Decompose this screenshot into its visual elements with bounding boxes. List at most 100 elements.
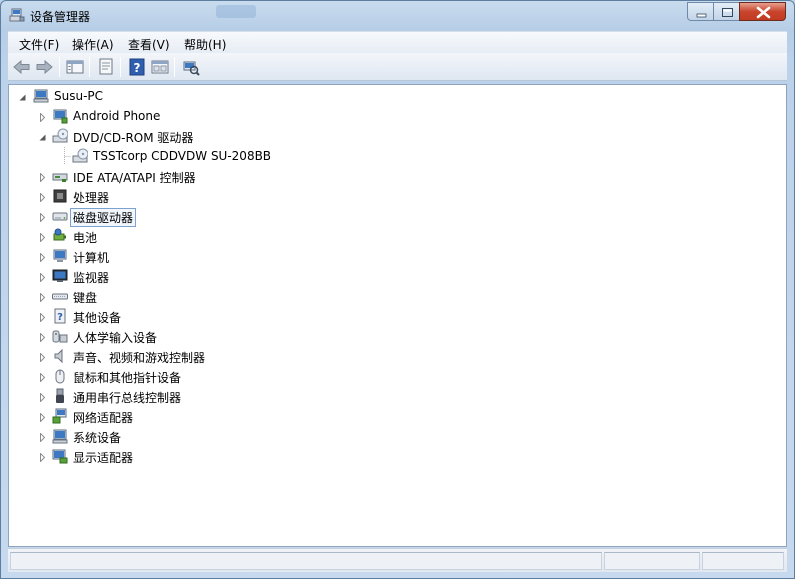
expand-icon[interactable] xyxy=(38,411,47,423)
android-phone-icon xyxy=(52,108,68,124)
toolbar-separator xyxy=(59,57,60,77)
tree-node-label: Android Phone xyxy=(73,109,161,123)
hid-icon xyxy=(52,328,68,344)
expand-icon[interactable] xyxy=(38,451,47,463)
title-bar[interactable]: 设备管理器 xyxy=(1,1,794,31)
tree-node-processors[interactable]: 处理器 xyxy=(9,186,784,206)
tree-node-hid[interactable]: 人体学输入设备 xyxy=(9,326,784,346)
tree-node-label: 计算机 xyxy=(73,251,110,265)
menu-file[interactable]: 文件(F) xyxy=(19,36,59,53)
tree-node-label: 监视器 xyxy=(73,271,110,285)
tree-node-label: 磁盘驱动器 xyxy=(69,208,137,227)
menu-action[interactable]: 操作(A) xyxy=(72,36,114,53)
speaker-icon xyxy=(52,348,68,364)
tree-node-label: 通用串行总线控制器 xyxy=(73,391,182,405)
tree-node-android-phone[interactable]: Android Phone xyxy=(9,106,784,126)
tree-node-label: TSSTcorp CDDVDW SU-208BB xyxy=(93,149,272,163)
back-arrow-icon xyxy=(13,59,30,75)
status-pane-tertiary xyxy=(702,552,784,570)
tree-node-usb[interactable]: 通用串行总线控制器 xyxy=(9,386,784,406)
device-manager-app-icon xyxy=(9,7,25,23)
show-hide-tree-button[interactable] xyxy=(65,57,85,77)
collapse-icon[interactable] xyxy=(38,131,47,141)
menu-help[interactable]: 帮助(H) xyxy=(184,36,226,53)
tree-node-sound-video[interactable]: 声音、视频和游戏控制器 xyxy=(9,346,784,366)
scan-hardware-button[interactable] xyxy=(181,57,201,77)
tree-node-root[interactable]: Susu-PC xyxy=(9,86,784,106)
console-view-icon xyxy=(151,60,169,74)
expand-icon[interactable] xyxy=(38,351,47,363)
unknown-device-icon: ? xyxy=(52,308,68,324)
usb-icon xyxy=(52,388,68,404)
tree-node-display-adapters[interactable]: 显示适配器 xyxy=(9,446,784,466)
system-device-icon xyxy=(52,428,68,444)
tree-node-label: 网络适配器 xyxy=(73,411,134,425)
close-button[interactable] xyxy=(739,2,786,21)
tree-node-label: 显示适配器 xyxy=(73,451,134,465)
expand-icon[interactable] xyxy=(38,431,47,443)
monitor-icon xyxy=(52,268,68,284)
tree-node-label: 鼠标和其他指针设备 xyxy=(73,371,182,385)
tree-node-mice[interactable]: 鼠标和其他指针设备 xyxy=(9,366,784,386)
tree-node-label: DVD/CD-ROM 驱动器 xyxy=(73,131,194,145)
close-icon xyxy=(756,6,771,19)
expand-icon[interactable] xyxy=(38,111,47,123)
tree-node-label: 系统设备 xyxy=(73,431,122,445)
expand-icon[interactable] xyxy=(38,331,47,343)
expand-icon[interactable] xyxy=(38,311,47,323)
minimize-button[interactable] xyxy=(687,2,714,21)
tree-node-system-devices[interactable]: 系统设备 xyxy=(9,426,784,446)
tree-node-label: 键盘 xyxy=(73,291,98,305)
back-button[interactable] xyxy=(12,57,32,77)
expand-icon[interactable] xyxy=(38,251,47,263)
tree-node-batteries[interactable]: 电池 xyxy=(9,226,784,246)
forward-button[interactable] xyxy=(34,57,54,77)
expand-icon[interactable] xyxy=(38,371,47,383)
tree-node-label: IDE ATA/ATAPI 控制器 xyxy=(73,171,196,185)
show-hide-tree-icon xyxy=(66,60,84,74)
toolbar-separator xyxy=(174,57,175,77)
expand-icon[interactable] xyxy=(38,231,47,243)
toolbar: ? xyxy=(8,53,787,81)
tree-node-label: 人体学输入设备 xyxy=(73,331,158,345)
tree-node-keyboards[interactable]: 键盘 xyxy=(9,286,784,306)
expand-icon[interactable] xyxy=(38,191,47,203)
tree-node-computer[interactable]: 计算机 xyxy=(9,246,784,266)
minimize-icon xyxy=(696,13,707,18)
tree-node-label: Susu-PC xyxy=(54,89,104,103)
collapse-icon[interactable] xyxy=(18,91,27,101)
processor-icon xyxy=(52,188,68,204)
device-tree[interactable]: Susu-PC Android Phone DVD/CD-ROM 驱动器 TSS… xyxy=(8,84,787,547)
maximize-button[interactable] xyxy=(713,2,740,21)
tree-node-label: 声音、视频和游戏控制器 xyxy=(73,351,206,365)
expand-icon[interactable] xyxy=(38,171,47,183)
scan-hardware-icon xyxy=(183,61,200,76)
properties-button[interactable] xyxy=(96,57,116,77)
dvd-drive-icon xyxy=(52,128,69,144)
expand-icon[interactable] xyxy=(38,271,47,283)
expand-icon[interactable] xyxy=(38,391,47,403)
menu-bar: 文件(F) 操作(A) 查看(V) 帮助(H) xyxy=(8,31,787,53)
status-pane-secondary xyxy=(604,552,700,570)
tree-node-disk-drives[interactable]: 磁盘驱动器 xyxy=(9,206,784,227)
svg-text:?: ? xyxy=(134,61,141,75)
console-view-button[interactable] xyxy=(150,57,170,77)
window-title: 设备管理器 xyxy=(30,10,91,24)
tree-node-network-adapters[interactable]: 网络适配器 xyxy=(9,406,784,426)
tree-node-other-devices[interactable]: ? 其他设备 xyxy=(9,306,784,326)
tree-node-dvd-drives[interactable]: DVD/CD-ROM 驱动器 xyxy=(9,126,784,146)
display-adapter-icon xyxy=(52,448,68,464)
maximize-icon xyxy=(722,8,733,17)
svg-text:?: ? xyxy=(57,312,63,323)
expand-icon[interactable] xyxy=(38,211,47,223)
expand-icon[interactable] xyxy=(38,291,47,303)
menu-view[interactable]: 查看(V) xyxy=(128,36,170,53)
status-bar xyxy=(8,548,787,572)
forward-arrow-icon xyxy=(36,59,53,75)
tree-node-tsstcorp-dvd[interactable]: TSSTcorp CDDVDW SU-208BB xyxy=(9,146,784,166)
help-button[interactable]: ? xyxy=(127,57,147,77)
tree-node-monitors[interactable]: 监视器 xyxy=(9,266,784,286)
toolbar-separator xyxy=(89,57,90,77)
tree-node-ide-controllers[interactable]: IDE ATA/ATAPI 控制器 xyxy=(9,166,784,186)
battery-icon xyxy=(52,228,68,244)
